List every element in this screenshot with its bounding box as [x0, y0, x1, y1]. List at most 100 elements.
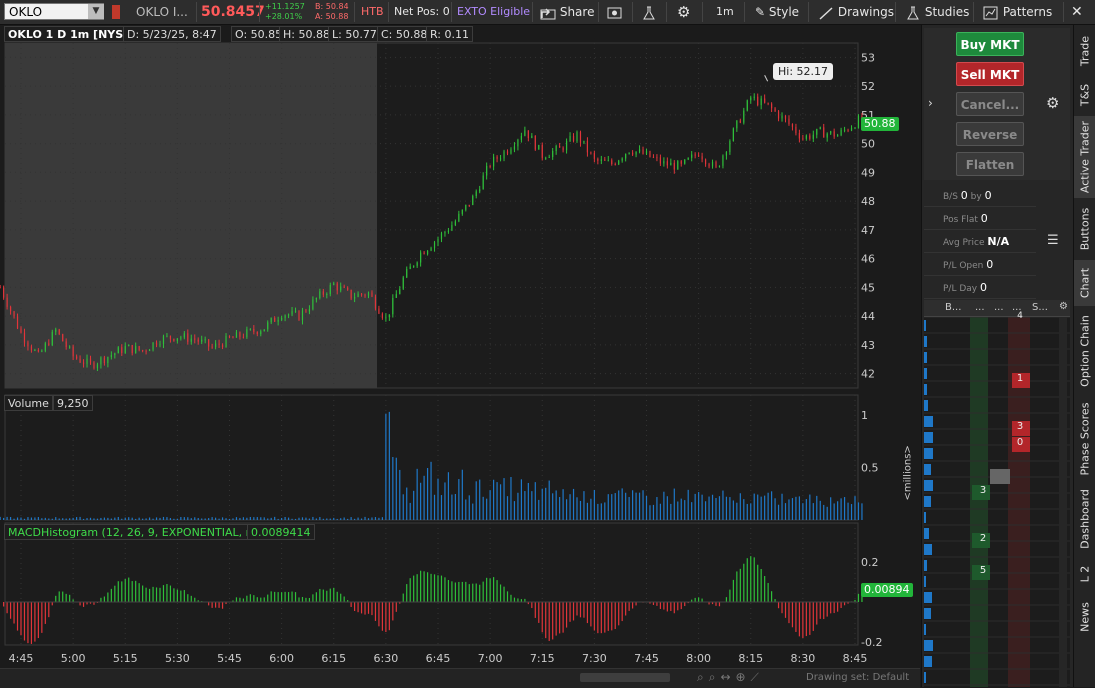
ladder-sell-cell[interactable]: 0: [1012, 437, 1028, 448]
tab-time-and-sales[interactable]: T&S: [1074, 75, 1095, 115]
price-tick-label: 44: [861, 310, 875, 323]
candle-body: [434, 242, 435, 248]
candle-body: [806, 135, 807, 138]
candle-body: [100, 357, 101, 364]
macd-histogram-bar: [191, 596, 192, 602]
candle-body: [625, 154, 626, 159]
tab-phase-scores[interactable]: Phase Scores: [1074, 396, 1095, 482]
macd-histogram-bar: [351, 602, 352, 607]
time-tick-label: 8:45: [843, 652, 868, 665]
ladder-volume-bar: [924, 496, 931, 507]
volume-bar: [778, 505, 779, 520]
volume-bar: [55, 517, 56, 520]
candle-body: [351, 290, 352, 299]
candle-body: [802, 138, 803, 139]
tab-level-2[interactable]: L 2: [1074, 556, 1095, 592]
candle-body: [73, 347, 74, 357]
candle-body: [111, 355, 112, 357]
macd-histogram-bar: [611, 602, 612, 630]
ladder-header-col3[interactable]: ...: [994, 302, 1004, 313]
volume-bar: [615, 493, 616, 520]
volume-bar: [351, 517, 352, 520]
exto-eligible-badge[interactable]: EXTO Eligible: [457, 0, 530, 24]
list-menu-icon[interactable]: ☰: [1047, 233, 1059, 248]
candle-body: [288, 314, 289, 315]
style-button[interactable]: ✎ Style: [755, 0, 799, 24]
tab-option-chain[interactable]: Option Chain: [1074, 308, 1095, 394]
macd-histogram-bar: [493, 577, 494, 602]
trader-settings-gear-icon[interactable]: ⚙: [1046, 94, 1059, 112]
candle-body: [378, 309, 379, 314]
candle-body: [754, 97, 755, 98]
candle-body: [455, 221, 456, 225]
close-icon[interactable]: ✕: [1071, 0, 1083, 24]
patterns-button[interactable]: Patterns: [983, 0, 1052, 24]
macd-histogram-bar: [625, 602, 626, 615]
candle-body: [55, 329, 56, 331]
ladder-header-buy[interactable]: B...: [945, 302, 961, 313]
ladder-volume-bar: [924, 384, 927, 395]
macd-histogram-bar: [267, 595, 268, 602]
ladder-header-col2[interactable]: ...: [975, 302, 985, 313]
horizontal-scrollbar[interactable]: [580, 673, 670, 682]
ladder-sell-cell[interactable]: 1: [1012, 373, 1028, 384]
candle-body: [496, 157, 497, 159]
ladder-settings-gear-icon[interactable]: ⚙: [1059, 301, 1068, 312]
share-button[interactable]: Share: [540, 0, 594, 24]
zoom-controls[interactable]: ⌕⌕↔⊕⟋: [697, 670, 764, 685]
macd-histogram-bar: [340, 594, 341, 602]
price-tick-label: 52: [861, 80, 875, 93]
candle-body: [403, 277, 404, 288]
reverse-button[interactable]: Reverse: [956, 122, 1024, 146]
studies-button[interactable]: Studies: [905, 0, 969, 24]
flatten-button[interactable]: Flatten: [956, 152, 1024, 176]
candle-body: [149, 350, 150, 351]
expand-chevron-icon[interactable]: ›: [928, 96, 933, 110]
macd-histogram-bar: [663, 602, 664, 610]
ladder-volume-bar: [924, 640, 933, 651]
ladder-sell-cell[interactable]: 4: [1012, 311, 1028, 321]
tab-active-trader[interactable]: Active Trader: [1074, 116, 1095, 198]
ladder-buy-cell[interactable]: 2: [975, 533, 991, 544]
flask-button[interactable]: [641, 0, 657, 24]
tab-news[interactable]: News: [1074, 594, 1095, 640]
tab-chart[interactable]: Chart: [1074, 260, 1095, 306]
drawings-button[interactable]: Drawings: [818, 0, 894, 24]
ladder-scrollbar[interactable]: [1059, 317, 1067, 687]
cancel-button[interactable]: Cancel...: [956, 92, 1024, 116]
volume-bar: [799, 496, 800, 520]
settings-gear-icon[interactable]: ⚙: [677, 0, 690, 24]
ladder-sell-cell[interactable]: 3: [1012, 421, 1028, 432]
candle-body: [27, 343, 28, 347]
chart-canvas[interactable]: 4243444546474849505152534:455:005:155:30…: [0, 25, 920, 687]
candle-body: [535, 136, 536, 150]
candle-body: [194, 339, 195, 340]
ladder-header-sell[interactable]: S...: [1032, 302, 1048, 313]
price-ladder[interactable]: [924, 317, 1070, 687]
macd-histogram-bar: [545, 602, 546, 638]
tab-dashboard[interactable]: Dashboard: [1074, 484, 1095, 554]
volume-bar: [722, 491, 723, 520]
volume-bar: [559, 497, 560, 520]
candle-body: [413, 266, 414, 267]
macd-histogram-bar: [503, 587, 504, 602]
interval-button[interactable]: 1m: [716, 0, 734, 24]
macd-histogram-bar: [747, 558, 748, 602]
macd-histogram-bar: [305, 598, 306, 602]
tab-buttons[interactable]: Buttons: [1074, 199, 1095, 259]
volume-bar: [736, 503, 737, 520]
ladder-buy-cell[interactable]: 3: [975, 485, 991, 496]
candle-body: [10, 307, 11, 311]
tab-trade[interactable]: Trade: [1074, 28, 1095, 74]
buy-market-button[interactable]: Buy MKT: [956, 32, 1024, 56]
ohlc-high: H: 50.88: [279, 26, 334, 42]
sell-market-button[interactable]: Sell MKT: [956, 62, 1024, 86]
ladder-buy-cell[interactable]: 5: [975, 565, 991, 576]
candle-body: [344, 287, 345, 288]
snapshot-button[interactable]: [606, 0, 624, 24]
candle-body: [340, 287, 341, 291]
macd-histogram-bar: [768, 583, 769, 602]
symbol-dropdown-button[interactable]: ▼: [88, 4, 104, 19]
macd-histogram-bar: [142, 586, 143, 602]
drawing-set-label[interactable]: Drawing set: Default: [806, 672, 909, 683]
